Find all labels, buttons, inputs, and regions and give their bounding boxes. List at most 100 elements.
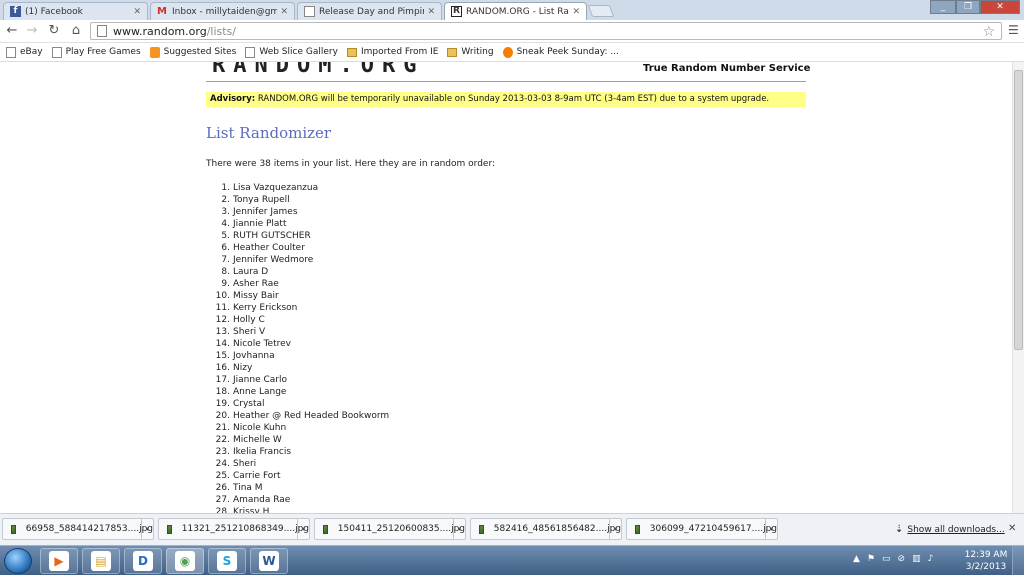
bookmark-label: Sneak Peek Sunday: ... xyxy=(516,47,619,57)
show-all-downloads-link[interactable]: ⇣ Show all downloads... xyxy=(895,524,1005,535)
menu-icon[interactable]: ☰ xyxy=(1008,23,1019,37)
download-item[interactable]: 66958_588414217853....jpg ▾ xyxy=(2,518,154,540)
forward-arrow-icon[interactable]: → xyxy=(24,23,40,39)
show-desktop-button[interactable] xyxy=(1012,546,1024,575)
network-icon[interactable]: ▥ xyxy=(912,554,921,564)
bookmark-star-icon[interactable]: ☆ xyxy=(982,24,995,40)
bookmark-ebay[interactable]: eBay xyxy=(6,46,43,58)
bookmark-imported-from-ie[interactable]: Imported From IE xyxy=(346,47,439,57)
list-item-text: Nizy xyxy=(233,363,253,373)
reload-icon[interactable]: ↻ xyxy=(46,23,62,39)
flag-icon[interactable]: ⚑ xyxy=(867,554,875,564)
new-tab-button[interactable] xyxy=(587,5,615,17)
home-icon[interactable]: ⌂ xyxy=(68,23,84,39)
tab-facebook[interactable]: f (1) Facebook ✕ xyxy=(3,2,148,20)
list-item-number: 12. xyxy=(215,315,230,325)
word-icon[interactable]: W xyxy=(250,548,288,574)
close-icon[interactable]: ✕ xyxy=(572,7,580,17)
list-item: 17. Jianne Carlo xyxy=(206,374,389,386)
bookmark-sneak-peek-sunday[interactable]: Sneak Peek Sunday: ... xyxy=(502,46,619,58)
start-button[interactable] xyxy=(4,548,32,574)
dropdown-arrow-icon[interactable]: ▾ xyxy=(609,519,621,539)
close-window-button[interactable]: ✕ xyxy=(980,0,1020,14)
list-item-text: Holly C xyxy=(233,315,265,325)
volume-icon[interactable]: ♪ xyxy=(928,554,934,564)
list-item: 12. Holly C xyxy=(206,314,389,326)
list-item-text: Michelle W xyxy=(233,435,282,445)
list-item: 22. Michelle W xyxy=(206,434,389,446)
tab-gmail[interactable]: M Inbox - millytaiden@gmai ✕ xyxy=(150,2,295,20)
list-item: 21. Nicole Kuhn xyxy=(206,422,389,434)
dropdown-arrow-icon[interactable]: ▾ xyxy=(765,519,777,539)
bookmark-suggested-sites[interactable]: Suggested Sites xyxy=(149,46,236,58)
folder-icon xyxy=(346,47,357,57)
taskbar-clock[interactable]: 12:39 AM 3/2/2013 xyxy=(964,549,1008,573)
bookmark-label: Writing xyxy=(461,47,494,57)
list-item-number: 13. xyxy=(215,327,230,337)
maximize-button[interactable]: ❐ xyxy=(956,0,980,14)
media-player-glyph: ▶ xyxy=(49,551,69,571)
chrome-icon[interactable]: ◉ xyxy=(166,548,204,574)
list-item: 11. Kerry Erickson xyxy=(206,302,389,314)
address-bar[interactable]: www.random.org/lists/ ☆ xyxy=(90,22,1002,40)
list-item: 27. Amanda Rae xyxy=(206,494,389,506)
list-item-number: 26. xyxy=(215,483,230,493)
list-item-number: 1. xyxy=(221,183,230,193)
skype-icon[interactable]: S xyxy=(208,548,246,574)
image-file-icon xyxy=(167,524,172,534)
bookmark-web-slice-gallery[interactable]: Web Slice Gallery xyxy=(245,46,338,58)
bookmark-writing[interactable]: Writing xyxy=(447,47,494,57)
list-item-number: 3. xyxy=(221,207,230,217)
file-explorer-icon[interactable]: ▤ xyxy=(82,548,120,574)
display-icon[interactable]: ▭ xyxy=(882,554,891,564)
list-item-number: 11. xyxy=(215,303,230,313)
close-icon[interactable]: ✕ xyxy=(280,7,288,17)
file-explorer-glyph: ▤ xyxy=(91,551,111,571)
download-item[interactable]: 11321_251210868349....jpg ▾ xyxy=(158,518,310,540)
dropdown-arrow-icon[interactable]: ▾ xyxy=(297,519,309,539)
list-item-text: Laura D xyxy=(233,267,269,277)
dropdown-arrow-icon[interactable]: ▾ xyxy=(141,519,153,539)
list-item-text: Asher Rae xyxy=(233,279,279,289)
bookmark-label: Imported From IE xyxy=(360,47,439,57)
close-icon[interactable]: ✕ xyxy=(133,7,141,17)
list-item: 24. Sheri xyxy=(206,458,389,470)
tab-release-day[interactable]: Release Day and Pimpin' C ✕ xyxy=(297,2,442,20)
media-player-icon[interactable]: ▶ xyxy=(40,548,78,574)
security-icon[interactable]: ⊘ xyxy=(898,554,906,564)
close-icon[interactable]: ✕ xyxy=(1008,523,1016,534)
site-logo[interactable]: RANDOM.ORG xyxy=(212,62,424,78)
list-item: 8. Laura D xyxy=(206,266,389,278)
list-item-text: RUTH GUTSCHER xyxy=(233,231,311,241)
list-item-number: 7. xyxy=(221,255,230,265)
list-item-text: Tonya Rupell xyxy=(233,195,290,205)
dropdown-arrow-icon[interactable]: ▾ xyxy=(453,519,465,539)
list-item-text: Ikelia Francis xyxy=(233,447,292,457)
page-icon xyxy=(51,46,62,58)
download-item[interactable]: 582416_48561856482....jpg ▾ xyxy=(470,518,622,540)
minimize-button[interactable]: _ xyxy=(930,0,956,14)
show-hidden-icons-icon[interactable]: ▲ xyxy=(853,554,860,564)
download-item[interactable]: 150411_25120600835....jpg ▾ xyxy=(314,518,466,540)
list-item-number: 9. xyxy=(221,279,230,289)
system-tray: ▲ ⚑ ▭ ⊘ ▥ ♪ xyxy=(853,554,933,564)
list-item-number: 16. xyxy=(215,363,230,373)
vertical-scrollbar[interactable] xyxy=(1012,62,1024,513)
scrollbar-thumb[interactable] xyxy=(1014,70,1023,350)
list-item: 20. Heather @ Red Headed Bookworm xyxy=(206,410,390,422)
list-item-text: Jennifer James xyxy=(233,207,298,217)
list-item-text: Anne Lange xyxy=(233,387,287,397)
list-item-number: 6. xyxy=(221,243,230,253)
dell-icon[interactable]: D xyxy=(124,548,162,574)
close-icon[interactable]: ✕ xyxy=(427,7,435,17)
download-filename: 150411_25120600835....jpg xyxy=(337,524,465,534)
list-item: 9. Asher Rae xyxy=(206,278,389,290)
back-arrow-icon[interactable]: ← xyxy=(4,23,20,39)
tab-label: Release Day and Pimpin' C xyxy=(319,6,424,17)
bookmark-play-free-games[interactable]: Play Free Games xyxy=(51,46,141,58)
download-item[interactable]: 306099_47210459617....jpg ▾ xyxy=(626,518,778,540)
list-item: 2. Tonya Rupell xyxy=(206,194,389,206)
list-item-text: Tina M xyxy=(233,483,263,493)
tab-random-org[interactable]: R RANDOM.ORG - List Rand ✕ xyxy=(444,2,587,20)
download-filename: 11321_251210868349....jpg xyxy=(181,524,309,534)
